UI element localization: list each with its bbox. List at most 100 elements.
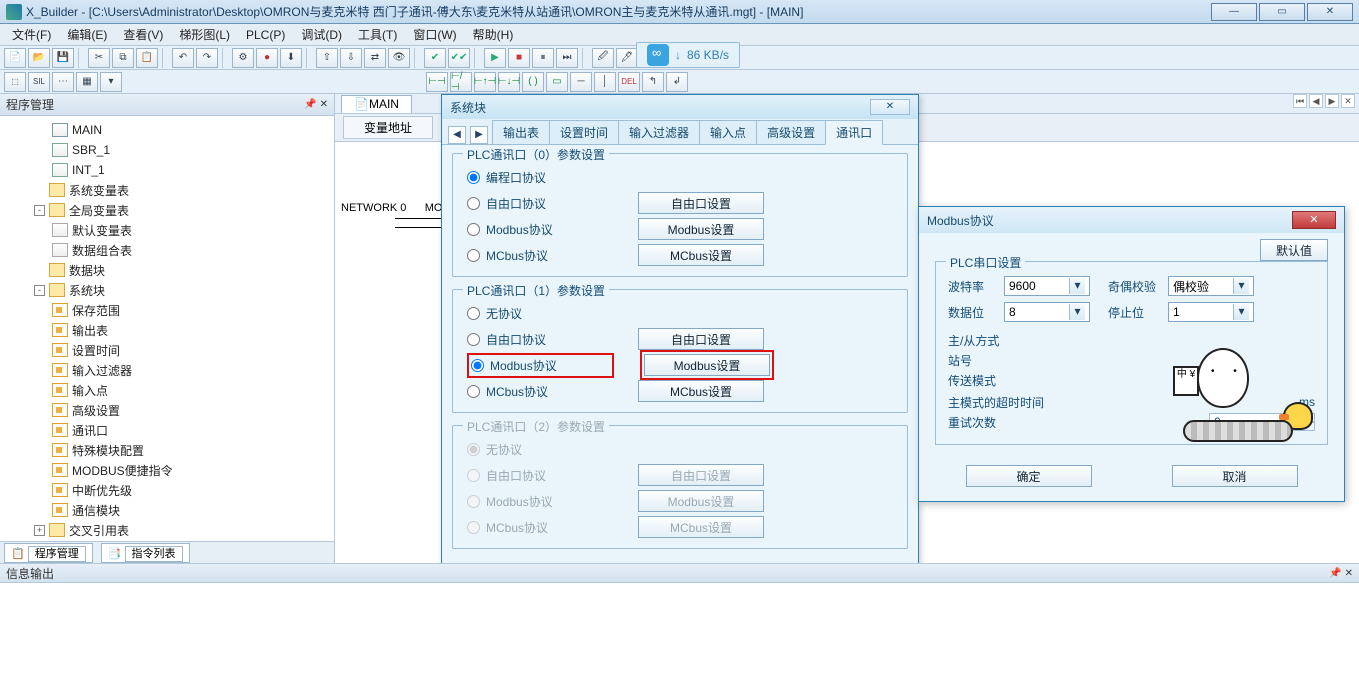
radio-1-0[interactable] bbox=[467, 307, 480, 320]
link-retry[interactable]: 重试次数 bbox=[948, 414, 1199, 431]
tree-item[interactable]: 保存范围 bbox=[0, 300, 334, 320]
tree-item[interactable]: 输出表 bbox=[0, 320, 334, 340]
filter-icon[interactable]: 🖊 bbox=[616, 48, 638, 68]
modbus-ok-button[interactable]: 确定 bbox=[966, 465, 1092, 487]
protocol-option[interactable]: 编程口协议 bbox=[467, 164, 893, 190]
tree-item[interactable]: +交叉引用表 bbox=[0, 520, 334, 540]
tab-instruction-list[interactable]: 📑 指令列表 bbox=[101, 543, 190, 563]
tree-item[interactable]: 通讯口 bbox=[0, 420, 334, 440]
sil-icon[interactable]: SIL bbox=[28, 72, 50, 92]
menu-window[interactable]: 窗口(W) bbox=[405, 26, 464, 43]
tree-item[interactable]: 中断优先级 bbox=[0, 480, 334, 500]
vline-icon[interactable]: │ bbox=[594, 72, 616, 92]
protocol-option[interactable]: 无协议 bbox=[467, 300, 893, 326]
tree-item[interactable]: 设置时间 bbox=[0, 340, 334, 360]
step-icon[interactable]: ⏭ bbox=[556, 48, 578, 68]
radio-1-3[interactable] bbox=[467, 385, 480, 398]
nav-close-icon[interactable]: ✕ bbox=[1341, 94, 1355, 108]
del-line-icon[interactable]: DEL bbox=[618, 72, 640, 92]
protocol-settings-button[interactable]: 自由口设置 bbox=[638, 464, 764, 486]
tree-item[interactable]: 数据块 bbox=[0, 260, 334, 280]
more-tool-icon[interactable]: ▾ bbox=[100, 72, 122, 92]
protocol-option[interactable]: MCbus协议MCbus设置 bbox=[467, 514, 893, 540]
undo-icon[interactable]: ↶ bbox=[172, 48, 194, 68]
default-button[interactable]: 默认值 bbox=[1260, 239, 1328, 261]
protocol-settings-button[interactable]: 自由口设置 bbox=[638, 328, 764, 350]
fbox-icon[interactable]: ▭ bbox=[546, 72, 568, 92]
databits-combo[interactable]: 8▾ bbox=[1004, 302, 1090, 322]
tree-item[interactable]: SBR_1 bbox=[0, 140, 334, 160]
contact-n-icon[interactable]: ⊢↓⊣ bbox=[498, 72, 520, 92]
output-panel-body[interactable] bbox=[0, 583, 1359, 683]
tabs-right-arrow[interactable]: ▶ bbox=[470, 126, 488, 144]
redo-icon[interactable]: ↷ bbox=[196, 48, 218, 68]
tab-input-point[interactable]: 输入点 bbox=[699, 120, 757, 144]
nav-first-icon[interactable]: ⏮ bbox=[1293, 94, 1307, 108]
tree-item[interactable]: 数据组合表 bbox=[0, 240, 334, 260]
grid-tool-icon[interactable]: ▦ bbox=[76, 72, 98, 92]
contact-no-icon[interactable]: ⊢⊣ bbox=[426, 72, 448, 92]
contact-nc-icon[interactable]: ⊢/⊣ bbox=[450, 72, 472, 92]
cut-icon[interactable]: ✂ bbox=[88, 48, 110, 68]
menu-plc[interactable]: PLC(P) bbox=[238, 28, 293, 42]
nav-next-icon[interactable]: ▶ bbox=[1325, 94, 1339, 108]
dot-tool-icon[interactable]: ⋯ bbox=[52, 72, 74, 92]
check-all-icon[interactable]: ✔✔ bbox=[448, 48, 470, 68]
coil-icon[interactable]: ( ) bbox=[522, 72, 544, 92]
cloud-speed-badge[interactable]: ↓ 86 KB/s bbox=[636, 42, 740, 68]
download-all-icon[interactable]: ⬇ bbox=[280, 48, 302, 68]
protocol-option[interactable]: 自由口协议自由口设置 bbox=[467, 326, 893, 352]
radio-0-0[interactable] bbox=[467, 171, 480, 184]
radio-2-3[interactable] bbox=[467, 521, 480, 534]
branch-up-icon[interactable]: ↰ bbox=[642, 72, 664, 92]
stop-icon[interactable]: ■ bbox=[508, 48, 530, 68]
protocol-option[interactable]: 自由口协议自由口设置 bbox=[467, 190, 893, 216]
open-file-icon[interactable]: 📂 bbox=[28, 48, 50, 68]
stopbits-combo[interactable]: 1▾ bbox=[1168, 302, 1254, 322]
tree-item[interactable]: 输入点 bbox=[0, 380, 334, 400]
radio-0-2[interactable] bbox=[467, 223, 480, 236]
upload-icon[interactable]: ⇧ bbox=[316, 48, 338, 68]
protocol-settings-button[interactable]: MCbus设置 bbox=[638, 244, 764, 266]
protocol-settings-button[interactable]: Modbus设置 bbox=[644, 354, 770, 376]
menu-view[interactable]: 查看(V) bbox=[115, 26, 171, 43]
tab-comm-port[interactable]: 通讯口 bbox=[825, 120, 883, 145]
menu-debug[interactable]: 调试(D) bbox=[293, 26, 350, 43]
modbus-cancel-button[interactable]: 取消 bbox=[1172, 465, 1298, 487]
tree-item[interactable]: 特殊模块配置 bbox=[0, 440, 334, 460]
radio-2-2[interactable] bbox=[467, 495, 480, 508]
radio-1-2[interactable] bbox=[471, 359, 484, 372]
maximize-button[interactable]: ▭ bbox=[1259, 3, 1305, 21]
compile-icon[interactable]: ⚙ bbox=[232, 48, 254, 68]
protocol-settings-button[interactable]: MCbus设置 bbox=[638, 380, 764, 402]
protocol-option[interactable]: 无协议 bbox=[467, 436, 893, 462]
radio-0-1[interactable] bbox=[467, 197, 480, 210]
find-icon[interactable]: 🖉 bbox=[592, 48, 614, 68]
radio-2-0[interactable] bbox=[467, 443, 480, 456]
tree-item[interactable]: 默认变量表 bbox=[0, 220, 334, 240]
protocol-option[interactable]: MCbus协议MCbus设置 bbox=[467, 378, 893, 404]
simulate-icon[interactable]: ● bbox=[256, 48, 278, 68]
branch-down-icon[interactable]: ↲ bbox=[666, 72, 688, 92]
monitor-icon[interactable]: 👁 bbox=[388, 48, 410, 68]
check-icon[interactable]: ✔ bbox=[424, 48, 446, 68]
protocol-settings-button[interactable]: Modbus设置 bbox=[638, 218, 764, 240]
select-tool-icon[interactable]: ⬚ bbox=[4, 72, 26, 92]
pin-icon[interactable]: 📌 ✕ bbox=[304, 99, 328, 110]
new-file-icon[interactable]: 📄 bbox=[4, 48, 26, 68]
copy-icon[interactable]: ⧉ bbox=[112, 48, 134, 68]
tab-input-filter[interactable]: 输入过滤器 bbox=[618, 120, 700, 144]
protocol-option[interactable]: Modbus协议Modbus设置 bbox=[467, 216, 893, 242]
radio-2-1[interactable] bbox=[467, 469, 480, 482]
menu-edit[interactable]: 编辑(E) bbox=[59, 26, 115, 43]
contact-p-icon[interactable]: ⊢↑⊣ bbox=[474, 72, 496, 92]
tab-main[interactable]: 📄 MAIN bbox=[341, 95, 412, 113]
protocol-settings-button[interactable]: Modbus设置 bbox=[638, 490, 764, 512]
tab-advanced[interactable]: 高级设置 bbox=[756, 120, 826, 144]
nav-prev-icon[interactable]: ◀ bbox=[1309, 94, 1323, 108]
download-icon[interactable]: ⇩ bbox=[340, 48, 362, 68]
menu-tools[interactable]: 工具(T) bbox=[350, 26, 405, 43]
paste-icon[interactable]: 📋 bbox=[136, 48, 158, 68]
save-icon[interactable]: 💾 bbox=[52, 48, 74, 68]
modbus-close-button[interactable]: ✕ bbox=[1292, 211, 1336, 229]
